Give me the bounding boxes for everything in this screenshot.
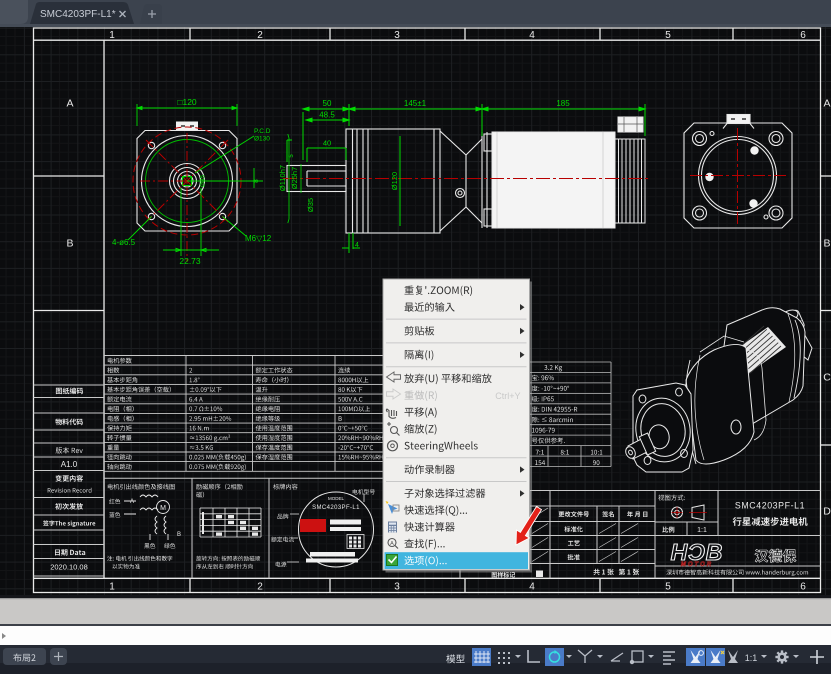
svg-text:MOTOR: MOTOR [681,562,713,568]
svg-text:SMC4203PF-L1: SMC4203PF-L1 [312,505,360,511]
svg-text:4: 4 [529,582,535,593]
svg-text:5: 5 [665,582,671,593]
svg-text:48.5: 48.5 [319,111,335,120]
svg-text:SMC4203PF-L1*: SMC4203PF-L1* [40,9,116,20]
svg-text:40: 40 [323,139,331,148]
svg-text:MODEL: MODEL [328,496,345,501]
svg-text:M6▽12: M6▽12 [245,234,272,243]
svg-text:6: 6 [800,582,806,593]
svg-text:□120: □120 [177,97,197,107]
svg-text:Ø120: Ø120 [390,172,399,190]
svg-text:3: 3 [394,582,400,593]
svg-text:A1.0: A1.0 [61,460,78,469]
svg-text:B: B [66,238,73,250]
svg-text:B: B [177,532,181,538]
svg-text:Ø35: Ø35 [200,174,207,187]
svg-text:M: M [160,505,166,512]
svg-text:B: B [823,238,830,250]
svg-text:2: 2 [257,582,263,593]
svg-text:50: 50 [323,99,332,108]
svg-text:1: 1 [109,582,115,593]
svg-text:Ø110h7: Ø110h7 [278,165,287,191]
svg-text:Ø130: Ø130 [254,136,270,143]
svg-text:4: 4 [529,30,535,41]
svg-text:A: A [390,541,394,547]
svg-text:1:1: 1:1 [697,527,707,534]
svg-text:8: 8 [253,179,260,183]
svg-text:22.73: 22.73 [179,256,201,266]
svg-text:Ctrl+Y: Ctrl+Y [495,391,520,401]
svg-text:185: 185 [556,99,570,108]
svg-text:D: D [823,506,831,518]
svg-text:A: A [823,98,830,110]
svg-text:1: 1 [109,30,115,41]
svg-text:A: A [66,98,73,110]
svg-text:P.C.D: P.C.D [254,128,271,135]
svg-text:6: 6 [800,30,806,41]
svg-text:C: C [823,372,831,384]
svg-text:1:1: 1:1 [745,653,758,663]
svg-text:Ø25h7: Ø25h7 [290,167,299,190]
svg-text:4: 4 [355,242,359,249]
svg-text:2: 2 [257,30,263,41]
svg-text:A: A [130,499,134,505]
svg-text:3: 3 [394,30,400,41]
svg-text:Ø35: Ø35 [306,198,315,212]
svg-text:2020.10.08: 2020.10.08 [50,563,88,572]
svg-text:5: 5 [665,30,671,41]
svg-text:4-ø6.5: 4-ø6.5 [112,238,136,247]
svg-text:SMC4203PF-L1: SMC4203PF-L1 [735,501,805,511]
svg-text:145±1: 145±1 [404,99,427,108]
